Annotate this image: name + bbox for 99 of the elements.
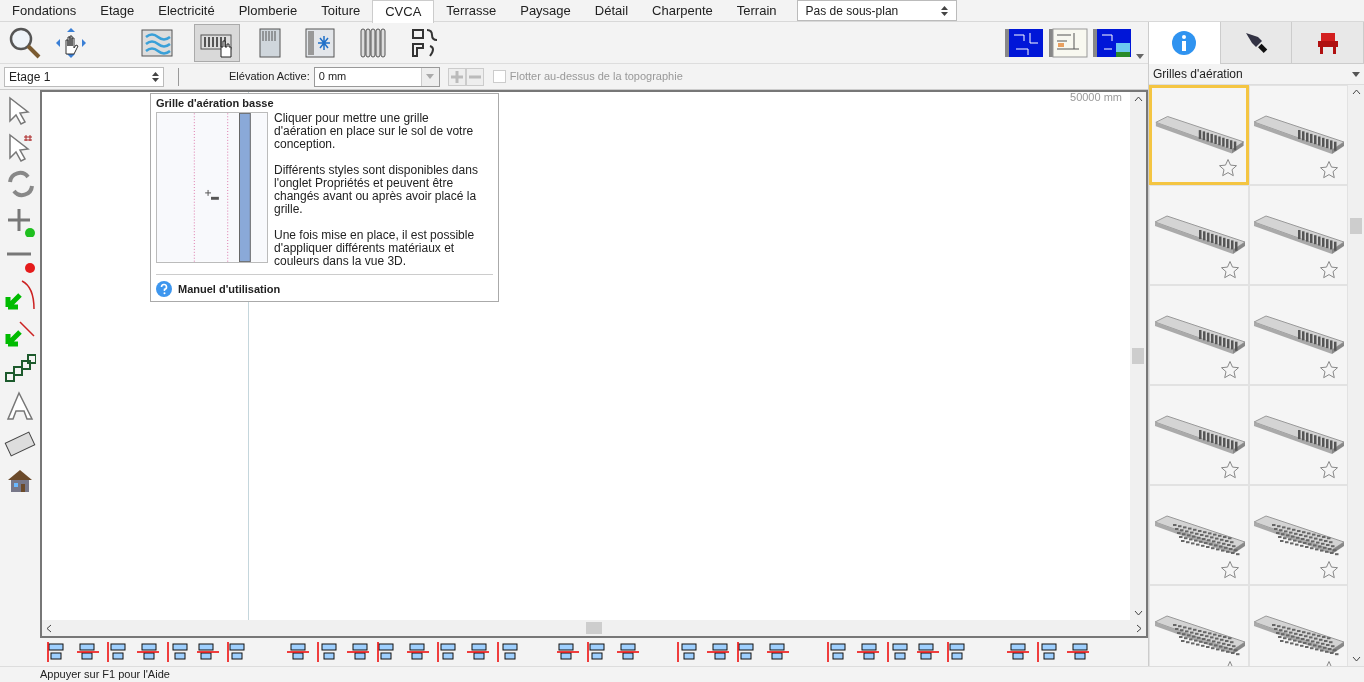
- align-tool-icon[interactable]: [196, 641, 220, 663]
- library-item[interactable]: [1149, 585, 1249, 666]
- library-item[interactable]: [1149, 385, 1249, 485]
- tooltip-paragraph: Différents styles sont disponibles dans l'onglet Propriétés et peuvent être changés avant ou après avoir placé la grille.: [274, 163, 479, 216]
- align-tool-icon[interactable]: [316, 641, 340, 663]
- align-tool-icon[interactable]: [406, 641, 430, 663]
- ribbon-tab[interactable]: Détail: [582, 0, 641, 21]
- chain-icon[interactable]: [4, 353, 36, 385]
- scroll-up-icon: [1351, 89, 1361, 95]
- help-icon: [156, 280, 172, 297]
- letter-icon[interactable]: [4, 390, 36, 422]
- ribbon-tab[interactable]: Terrasse: [434, 0, 509, 21]
- align-tool-icon[interactable]: [1036, 641, 1060, 663]
- align-tool-icon[interactable]: [886, 641, 910, 663]
- toolbar-button[interactable]: [194, 23, 240, 62]
- scroll-down-icon: [1133, 610, 1143, 616]
- floor-select[interactable]: Etage 1: [4, 66, 164, 87]
- library-item[interactable]: [1149, 485, 1249, 585]
- info-icon: [1171, 30, 1198, 56]
- favorite-star-icon[interactable]: [1319, 560, 1340, 580]
- plan-select[interactable]: Pas de sous-plan: [796, 0, 957, 21]
- align-tool-icon[interactable]: [676, 641, 700, 663]
- favorite-star-icon[interactable]: [1319, 260, 1340, 280]
- library-item[interactable]: [1149, 285, 1249, 385]
- library-item[interactable]: [1248, 185, 1349, 285]
- vertical-scrollbar[interactable]: [1130, 92, 1146, 620]
- scroll-thumb[interactable]: [586, 622, 602, 634]
- align-tool-icon[interactable]: [496, 641, 520, 663]
- tooltip-title: Grille d'aération basse: [156, 96, 275, 111]
- favorite-star-icon[interactable]: [1219, 560, 1240, 580]
- tooltip-paragraph: Cliquer pour mettre une grille d'aération en place sur le sol de votre conception.: [274, 111, 475, 151]
- library-item[interactable]: [1149, 185, 1249, 285]
- ribbon-tab[interactable]: Fondations: [0, 0, 89, 21]
- curve-arrow-icon[interactable]: [4, 279, 36, 311]
- align-tool-icon[interactable]: [166, 641, 190, 663]
- floor-plan-icon[interactable]: [1004, 26, 1044, 59]
- align-tool-icon[interactable]: [556, 641, 580, 663]
- grille-icon: [258, 26, 282, 59]
- status-text: Appuyer sur F1 pour l'Aide: [40, 667, 170, 682]
- magnifier-icon: [8, 25, 42, 60]
- align-tool-icon[interactable]: [766, 641, 790, 663]
- align-tool-icon[interactable]: [916, 641, 940, 663]
- float-checkbox-label: Flotter au-dessus de la topographie: [509, 69, 683, 85]
- favorite-star-icon[interactable]: [1217, 158, 1238, 178]
- elevation-label: Elévation Active:: [229, 69, 310, 85]
- align-tool-icon[interactable]: [76, 641, 100, 663]
- align-tool-icon[interactable]: [136, 641, 160, 663]
- spinner-arrows-icon: [152, 70, 159, 83]
- align-tool-icon[interactable]: [346, 641, 370, 663]
- dropdown-caret-icon[interactable]: [1136, 54, 1144, 59]
- caret-icon: [426, 74, 435, 79]
- scroll-left-icon: [46, 623, 52, 633]
- favorite-star-icon[interactable]: [1219, 260, 1240, 280]
- horizontal-scrollbar[interactable]: [40, 620, 1148, 638]
- panel-tab[interactable]: [1292, 22, 1364, 64]
- favorite-star-icon[interactable]: [1319, 460, 1340, 480]
- align-tool-icon[interactable]: [1066, 641, 1090, 663]
- ribbon-tab[interactable]: CVCA: [372, 0, 435, 23]
- floor-plan-picture-icon[interactable]: [1092, 26, 1132, 59]
- library-item[interactable]: [1248, 285, 1349, 385]
- ribbon-tab[interactable]: Terrain: [724, 0, 789, 21]
- plus-icon: [450, 70, 463, 83]
- panel-tab[interactable]: [1220, 22, 1293, 64]
- air-conditioner-icon: [304, 26, 336, 59]
- ribbon-tab[interactable]: Plomberie: [226, 0, 310, 21]
- align-tool-icon[interactable]: [616, 641, 640, 663]
- hand-arrows-icon: [54, 25, 88, 60]
- ribbon-tab[interactable]: Etage: [88, 0, 147, 21]
- scroll-thumb[interactable]: [1132, 348, 1144, 364]
- tooltip-paragraph: Une fois mise en place, il est possible d'appliquer différents matériaux et couleurs dans la vue 3D.: [274, 228, 476, 268]
- caret-icon: [1352, 71, 1360, 77]
- elevation-field[interactable]: 0 mm: [313, 66, 440, 87]
- scroll-down-icon: [1351, 656, 1361, 662]
- library-item[interactable]: [1248, 85, 1349, 185]
- library-item[interactable]: [1248, 585, 1349, 666]
- align-tool-icon[interactable]: [706, 641, 730, 663]
- spinner-arrows-icon: [940, 4, 948, 17]
- ribbon-tab[interactable]: Charpente: [640, 0, 725, 21]
- scroll-thumb[interactable]: [1350, 217, 1363, 234]
- favorite-star-icon[interactable]: [1319, 360, 1340, 380]
- favorite-star-icon[interactable]: [1319, 160, 1340, 180]
- library-item[interactable]: [1248, 485, 1349, 585]
- scroll-right-icon: [1136, 623, 1142, 633]
- ruler-text: 50000 mm: [1070, 92, 1123, 105]
- radiator-icon: [358, 25, 388, 60]
- scroll-up-icon: [1133, 96, 1143, 102]
- align-tool-icon[interactable]: [286, 641, 310, 663]
- wall-vent-icon: [140, 26, 176, 59]
- manual-link[interactable]: Manuel d'utilisation: [178, 280, 281, 297]
- favorite-star-icon[interactable]: [1219, 360, 1240, 380]
- align-tool-icon[interactable]: [466, 641, 490, 663]
- ribbon-tab[interactable]: Toiture: [309, 0, 373, 21]
- ribbon-tab[interactable]: Paysage: [508, 0, 583, 21]
- library-item[interactable]: [1248, 385, 1349, 485]
- library-item[interactable]: [1149, 85, 1249, 185]
- align-tool-icon[interactable]: [1006, 641, 1030, 663]
- ribbon-tab[interactable]: Electricité: [146, 0, 227, 21]
- favorite-star-icon[interactable]: [1219, 460, 1240, 480]
- align-tool-icon[interactable]: [856, 641, 880, 663]
